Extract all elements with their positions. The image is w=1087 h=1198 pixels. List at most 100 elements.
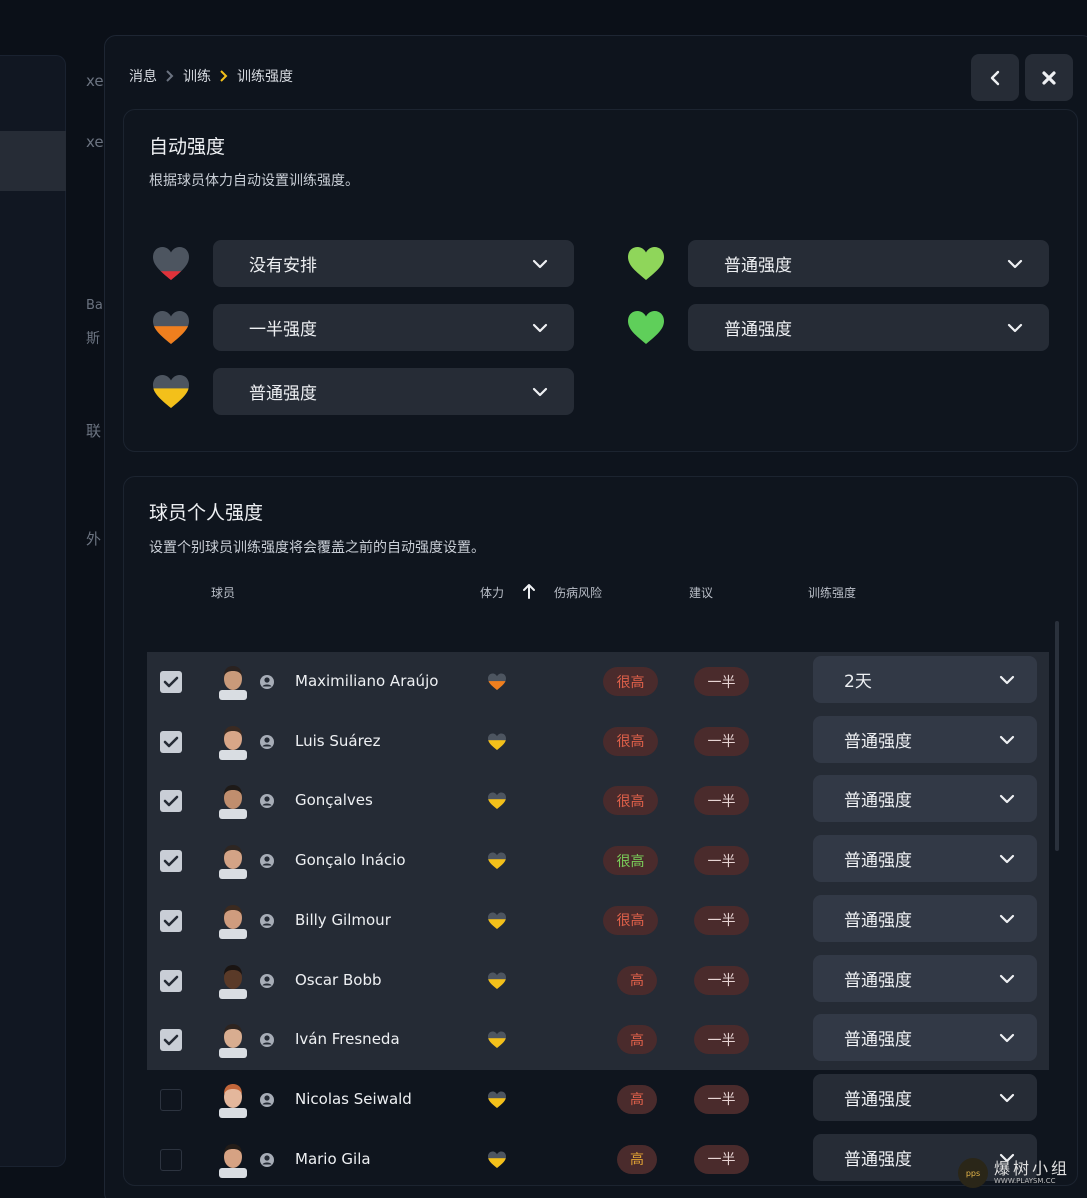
table-row[interactable]: Gonçalo Inácio 很高 一半 普通强度 [147,831,1049,892]
watermark-logo: pps [958,1158,988,1188]
breadcrumb-item-messages[interactable]: 消息 [129,66,157,86]
watermark: pps 爆树小组 WWW.PLAYSM.CC [958,1158,1070,1188]
player-intensity-select[interactable]: 普通强度 [813,715,1037,763]
player-name[interactable]: Iván Fresneda [295,1030,400,1048]
row-checkbox[interactable] [160,730,182,753]
player-profile-icon[interactable] [259,913,275,929]
stamina-indicator [487,733,507,751]
player-profile-icon[interactable] [259,1152,275,1168]
auto-intensity-select[interactable]: 普通强度 [688,240,1049,287]
injury-risk-badge: 很高 [603,726,658,756]
row-checkbox[interactable] [160,969,182,992]
table-row[interactable]: Iván Fresneda 高 一半 普通强度 [147,1010,1049,1071]
suggestion-badge: 一半 [694,846,749,876]
select-value: 普通强度 [844,1149,912,1170]
stamina-indicator [487,792,507,810]
table-row[interactable]: Gonçalves 很高 一半 普通强度 [147,771,1049,832]
suggestion-badge: 一半 [694,726,749,756]
heart-icon [628,247,664,280]
chevron-down-icon [1007,323,1023,333]
background-text: 外 [86,530,102,548]
player-intensity-select[interactable]: 普通强度 [813,1073,1037,1121]
stamina-level-heart [627,246,665,282]
heart-icon [153,247,189,280]
column-header-suggestion[interactable]: 建议 [689,584,713,601]
scrollbar[interactable] [1055,621,1059,851]
stamina-indicator [487,852,507,870]
row-checkbox[interactable] [160,1088,182,1111]
auto-intensity-select[interactable]: 普通强度 [688,304,1049,351]
background-selected-item [0,131,66,191]
stamina-indicator [487,1151,507,1169]
row-checkbox[interactable] [160,1029,182,1052]
stamina-level-heart [152,310,190,346]
auto-intensity-select[interactable]: 一半强度 [213,304,574,351]
player-name[interactable]: Gonçalves [295,791,373,809]
select-value: 普通强度 [844,1030,912,1051]
player-name[interactable]: Luis Suárez [295,732,381,750]
suggestion-badge: 一半 [694,786,749,816]
player-intensity-select[interactable]: 普通强度 [813,835,1037,883]
check-icon [163,796,179,807]
table-row[interactable]: Mario Gila 高 一半 普通强度 [147,1130,1049,1190]
stamina-level-heart [152,374,190,410]
player-name[interactable]: Oscar Bobb [295,971,382,989]
row-checkbox[interactable] [160,909,182,932]
watermark-url: WWW.PLAYSM.CC [994,1177,1056,1185]
player-profile-icon[interactable] [259,734,275,750]
column-header-intensity[interactable]: 训练强度 [808,584,856,601]
player-intensity-select[interactable]: 普通强度 [813,775,1037,823]
chevron-down-icon [532,323,548,333]
back-button[interactable] [971,54,1019,101]
table-row[interactable]: Billy Gilmour 很高 一半 普通强度 [147,890,1049,951]
player-name[interactable]: Maximiliano Araújo [295,672,438,690]
column-header-stamina[interactable]: 体力 [480,584,504,601]
player-profile-icon[interactable] [259,1032,275,1048]
player-intensity-select[interactable]: 2天 [813,656,1037,703]
player-name[interactable]: Nicolas Seiwald [295,1090,412,1108]
player-profile-icon[interactable] [259,1092,275,1108]
player-name[interactable]: Mario Gila [295,1150,371,1168]
stamina-indicator [487,673,507,691]
heart-icon [488,1151,506,1168]
row-checkbox[interactable] [160,790,182,813]
player-intensity-select[interactable]: 普通强度 [813,894,1037,942]
player-avatar [219,1143,247,1178]
select-value: 普通强度 [844,910,912,931]
player-intensity-select[interactable]: 普通强度 [813,1014,1037,1062]
player-profile-icon[interactable] [259,853,275,869]
table-row[interactable]: Oscar Bobb 高 一半 普通强度 [147,950,1049,1011]
heart-icon [488,912,506,929]
player-name[interactable]: Gonçalo Inácio [295,851,406,869]
chevron-right-icon [166,70,174,82]
table-row[interactable]: Luis Suárez 很高 一半 普通强度 [147,711,1049,772]
section-subtitle: 根据球员体力自动设置训练强度。 [149,173,359,189]
player-profile-icon[interactable] [259,674,275,690]
select-value: 没有安排 [249,256,317,276]
column-header-player[interactable]: 球员 [211,584,235,601]
close-button[interactable] [1025,54,1073,101]
sort-ascending-icon[interactable] [521,582,537,600]
player-name[interactable]: Billy Gilmour [295,911,391,929]
row-checkbox[interactable] [160,1148,182,1171]
heart-icon [488,852,506,870]
player-intensity-select[interactable]: 普通强度 [813,954,1037,1002]
player-profile-icon[interactable] [259,973,275,989]
breadcrumb-item-training[interactable]: 训练 [183,66,211,86]
player-avatar [219,666,247,700]
table-row[interactable]: Nicolas Seiwald 高 一半 普通强度 [147,1070,1049,1130]
player-profile-icon[interactable] [259,793,275,809]
auto-intensity-select[interactable]: 没有安排 [213,240,574,287]
column-header-injury-risk[interactable]: 伤病风险 [554,584,602,601]
row-checkbox[interactable] [160,850,182,873]
injury-risk-badge: 高 [617,1144,657,1174]
heart-icon [488,972,506,989]
background-text: 联 [86,422,102,440]
select-value: 普通强度 [724,320,792,340]
check-icon [163,736,179,747]
auto-intensity-select[interactable]: 普通强度 [213,368,574,415]
row-checkbox[interactable] [160,671,182,693]
background-text: 斯 [86,331,100,347]
table-row[interactable]: Maximiliano Araújo 很高 一半 2天 [147,652,1049,712]
chevron-down-icon [999,1093,1015,1102]
